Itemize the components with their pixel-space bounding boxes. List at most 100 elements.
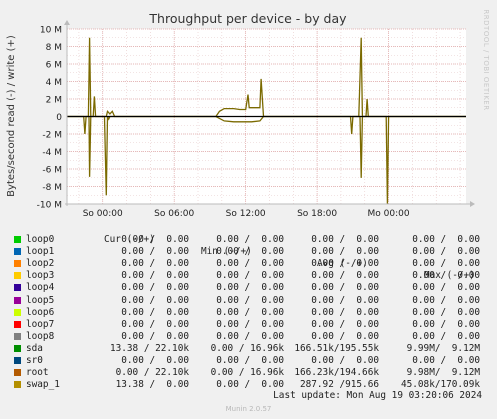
legend-swatch [14,344,21,352]
y-axis-label: Bytes/second read (-) / write (+) [6,35,17,197]
legend-cur: 13.38 / 22.10k [109,342,189,354]
legend-swatch [14,248,21,256]
legend-swatch [14,320,21,328]
legend-avg: 0.00 / 0.00 [311,246,379,258]
legend-min: 0.00 / 0.00 [216,306,284,318]
legend-cur: 0.00 / 0.00 [121,234,189,246]
legend-min: 0.00 / 0.00 [216,234,284,246]
legend-min: 0.00 / 0.00 [216,294,284,306]
legend-avg: 166.23k/194.66k [294,367,379,379]
legend-avg: 0.00 / 0.00 [311,330,379,342]
legend-max: 9.98M/ 9.12M [406,367,480,379]
legend-min: 0.00 / 0.00 [216,355,284,367]
y-axis-arrow [64,20,70,25]
legend-cur: 0.00 / 0.00 [121,282,189,294]
legend-swatch [14,296,21,304]
legend-min: 0.00 / 0.00 [216,258,284,270]
legend-row-sr0: sr0 0.00 / 0.00 0.00 / 0.00 0.00 / 0.00 0.00… [12,355,494,367]
y-tick-label: 8 M [46,43,62,53]
legend-row-loop7: loop7 0.00 / 0.00 0.00 / 0.00 0.00 / 0.00 0.… [12,319,494,331]
legend-cur: 0.00 / 22.10k [115,367,189,379]
legend-swatch [14,369,21,377]
legend-min: 0.00 / 16.96k [210,342,284,354]
legend-name: loop2 [26,258,55,270]
y-tick-label: -2 M [42,131,62,141]
legend-row-loop6: loop6 0.00 / 0.00 0.00 / 0.00 0.00 / 0.00 0.… [12,307,494,319]
legend-min: 0.00 / 0.00 [216,246,284,258]
legend-min: 0.00 / 0.00 [216,282,284,294]
legend-avg: 0.00 / 0.00 [311,355,379,367]
legend-rows: loop0 0.00 / 0.00 0.00 / 0.00 0.00 / 0.00 0.… [12,234,494,391]
chart-title: Throughput per device - by day [148,11,347,26]
legend-max: 0.00 / 0.00 [412,270,480,282]
legend-cur: 0.00 / 0.00 [121,355,189,367]
legend-row-root: root 0.00 / 22.10k 0.00 / 16.96k 166.23k/19… [12,367,494,379]
y-tick-label: 6 M [46,61,62,71]
legend-row-loop5: loop5 0.00 / 0.00 0.00 / 0.00 0.00 / 0.00 0.… [12,295,494,307]
legend-min: 0.00 / 0.00 [216,330,284,342]
legend-max: 0.00 / 0.00 [412,294,480,306]
legend-name: loop0 [26,234,55,246]
legend-header: Cur (-/+) Min (-/+) Avg (-/+) Max (-/+) [12,222,494,281]
legend-min: 0.00 / 0.00 [216,318,284,330]
legend-cur: 0.00 / 0.00 [121,330,189,342]
legend-max: 9.99M/ 9.12M [406,342,480,354]
last-update: Last update: Mon Aug 19 03:20:06 2024 [273,390,482,401]
legend-name: loop3 [26,270,55,282]
legend-avg: 0.00 / 0.00 [311,258,379,270]
legend-row-sda: sda 13.38 / 22.10k 0.00 / 16.96k 166.51k/19… [12,343,494,355]
legend-cur: 0.00 / 0.00 [121,306,189,318]
legend-swatch [14,260,21,268]
y-tick-label: -6 M [42,166,62,176]
y-tick-label: 0 [56,113,62,123]
munin-version: Munin 2.0.57 [225,405,272,413]
y-tick-label: -10 M [37,201,62,211]
legend-avg: 0.00 / 0.00 [311,270,379,282]
legend-name: loop4 [26,282,55,294]
legend-cur: 0.00 / 0.00 [121,318,189,330]
legend-name: root [26,367,49,379]
legend-name: sda [26,342,43,354]
x-tick-label: So 18:00 [297,209,337,219]
legend-swatch [14,284,21,292]
y-tick-label: 2 M [46,96,62,106]
y-tick-label: 10 M [40,26,62,36]
legend-max: 0.00 / 0.00 [412,282,480,294]
legend-cur: 0.00 / 0.00 [121,246,189,258]
legend-swatch [14,332,21,340]
legend-cur: 0.00 / 0.00 [121,270,189,282]
legend-max: 0.00 / 0.00 [412,246,480,258]
x-tick-label: Mo 00:00 [368,209,410,219]
legend-swatch [14,357,21,365]
legend-cur: 0.00 / 0.00 [121,258,189,270]
legend-min: 0.00 / 16.96k [210,367,284,379]
rrdtool-credit: RRDTOOL / TOBI OETIKER [482,9,490,110]
legend-row-loop0: loop0 0.00 / 0.00 0.00 / 0.00 0.00 / 0.00 0.… [12,234,494,246]
legend-swatch [14,236,21,244]
legend-cur: 0.00 / 0.00 [121,294,189,306]
x-tick-label: So 12:00 [226,209,266,219]
y-tick-label: -8 M [42,183,62,193]
x-tick-label: So 06:00 [154,209,194,219]
y-tick-label: -4 M [42,148,62,158]
legend-avg: 0.00 / 0.00 [311,318,379,330]
chart-canvas: Throughput per device - by day Bytes/sec… [6,9,490,219]
x-tick-label: So 00:00 [83,209,123,219]
legend-row-loop3: loop3 0.00 / 0.00 0.00 / 0.00 0.00 / 0.00 0.… [12,270,494,282]
legend-row-loop1: loop1 0.00 / 0.00 0.00 / 0.00 0.00 / 0.00 0.… [12,246,494,258]
legend-max: 0.00 / 0.00 [412,330,480,342]
legend-name: loop5 [26,294,55,306]
legend-swatch [14,381,21,389]
legend-max: 0.00 / 0.00 [412,318,480,330]
y-tick-label: 4 M [46,78,62,88]
legend-avg: 0.00 / 0.00 [311,234,379,246]
legend-swatch [14,272,21,280]
legend-name: sr0 [26,355,43,367]
legend-max: 0.00 / 0.00 [412,355,480,367]
legend-row-loop2: loop2 0.00 / 0.00 0.00 / 0.00 0.00 / 0.00 0.… [12,258,494,270]
legend-swatch [14,308,21,316]
legend-cur: 13.38 / 0.00 [115,379,189,391]
legend-name: loop7 [26,318,55,330]
legend-name: loop8 [26,330,55,342]
legend-avg: 0.00 / 0.00 [311,294,379,306]
